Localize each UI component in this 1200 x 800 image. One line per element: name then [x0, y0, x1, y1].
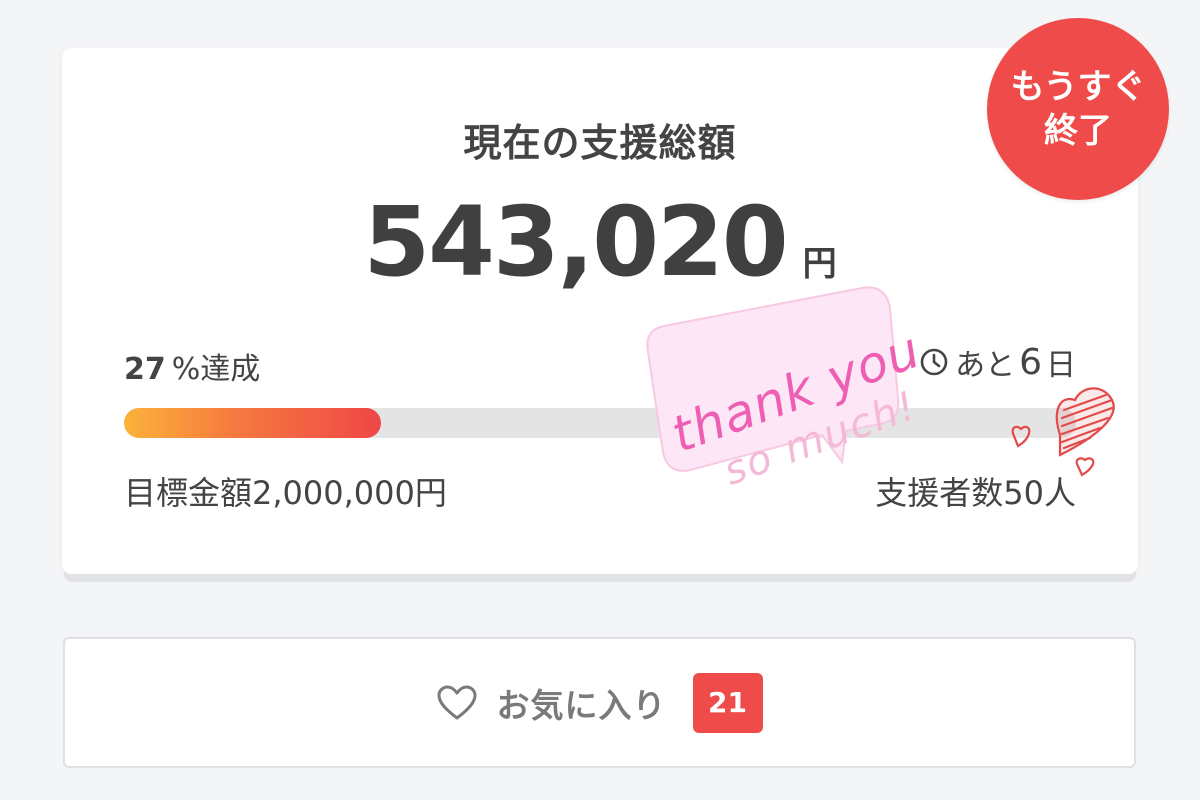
favorite-count-badge: 21: [692, 672, 763, 733]
favorite-button[interactable]: お気に入り 21: [63, 637, 1136, 768]
remaining-prefix: あと: [955, 348, 1016, 383]
remaining-days-unit: 日: [1046, 348, 1076, 383]
achievement-percent-value: 27: [124, 352, 166, 387]
remaining-days-value: 6: [1019, 341, 1042, 383]
progress-bar-fill: [124, 408, 382, 438]
achievement-percent-symbol: %: [171, 352, 201, 387]
favorite-label: お気に入り: [496, 685, 667, 725]
achievement-label: 達成: [200, 352, 261, 387]
clock-icon: [920, 348, 948, 376]
achievement-rate: 27 %達成: [124, 344, 260, 388]
hearts-doodle-icon: [1011, 387, 1115, 477]
remaining-days: あと 6 日: [919, 340, 1076, 384]
ending-soon-badge: もうすぐ 終了: [987, 18, 1169, 200]
funding-amount-unit: 円: [802, 244, 837, 284]
funding-amount-row: 543,020 円: [0, 186, 1200, 298]
goal-amount: 目標金額2,000,000円: [124, 474, 447, 512]
heart-outline-icon: [437, 685, 476, 719]
thank-you-sticker: thank you so much!: [646, 286, 920, 495]
progress-bar: [124, 408, 1076, 438]
page: 現在の支援総額 543,020 円 もうすぐ 終了 27 %達成 あと 6 日 目標金額…: [0, 0, 1200, 800]
